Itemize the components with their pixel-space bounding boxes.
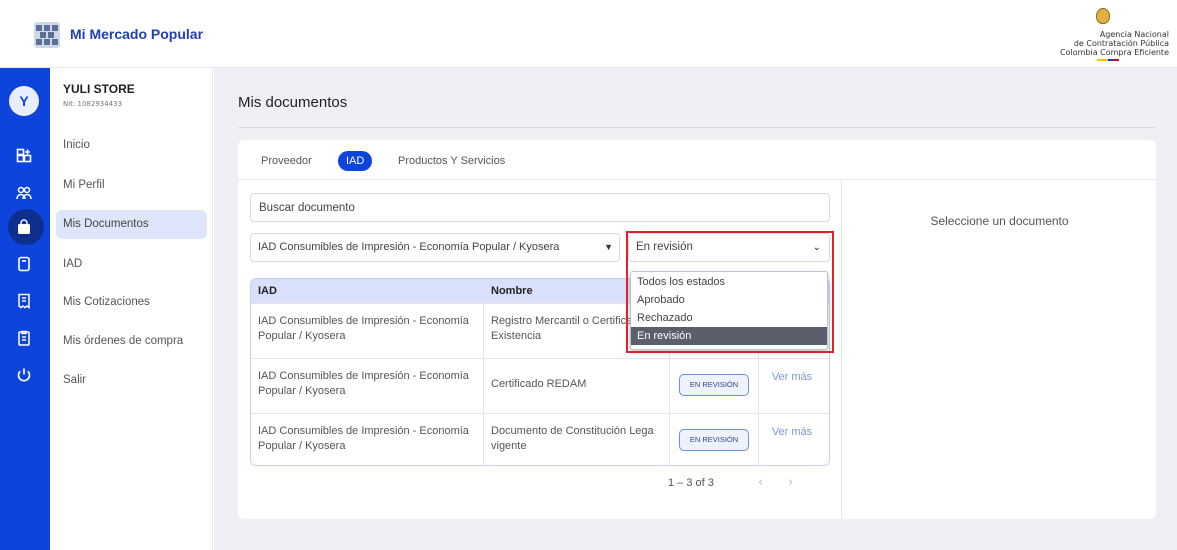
store-nit: Nit: 1082934433 (63, 100, 123, 108)
device-icon[interactable] (13, 253, 35, 275)
ver-mas-link[interactable]: Ver más (767, 370, 817, 384)
store-name: YULI STORE (63, 82, 135, 96)
empty-state-message: Seleccione un documento (930, 214, 1069, 228)
document-detail-pane: Seleccione un documento (843, 180, 1156, 519)
chevron-right-icon[interactable]: › (788, 475, 793, 490)
icon-rail: Y (0, 68, 50, 550)
top-header: Mi Mercado Popular Agencia Nacional de C… (0, 0, 1177, 68)
ver-mas-link[interactable]: Ver más (767, 425, 817, 439)
status-badge: EN REVISIÓN (679, 374, 749, 396)
sidebar-item-mi-perfil[interactable]: Mi Perfil (56, 171, 207, 200)
app-logo-icon[interactable] (34, 22, 60, 48)
page-title: Mis documentos (238, 94, 348, 111)
column-header-iad: IAD (258, 285, 277, 297)
cell-nombre: Certificado REDAM (491, 378, 587, 390)
cell-iad: IAD Consumibles de Impresión - Economía … (258, 315, 469, 342)
documents-list-pane: IAD Consumibles de Impresión - Economía … (238, 180, 842, 519)
main-content: Mis documentos Proveedor IAD Productos Y… (214, 68, 1177, 550)
chevron-down-icon: ▼ (602, 234, 613, 261)
cell-iad: IAD Consumibles de Impresión - Economía … (258, 425, 469, 452)
sidebar-item-iad[interactable]: IAD (56, 250, 207, 279)
search-input[interactable] (250, 193, 830, 222)
tab-iad[interactable]: IAD (338, 151, 373, 171)
clipboard-icon[interactable] (13, 327, 35, 349)
receipt-icon[interactable] (13, 290, 35, 312)
avatar[interactable]: Y (9, 86, 39, 116)
documents-card: Proveedor IAD Productos Y Servicios IAD … (238, 140, 1156, 519)
table-row[interactable]: IAD Consumibles de Impresión - Economía … (251, 413, 829, 465)
chevron-left-icon[interactable]: ‹ (758, 475, 763, 490)
tab-proveedor[interactable]: Proveedor (261, 151, 312, 171)
seal-icon (1096, 8, 1110, 24)
agency-line-3: Colombia Compra Eficiente (1060, 48, 1169, 57)
agency-line-2: de Contratación Pública (1073, 39, 1169, 48)
agency-line-1: Agencia Nacional (1099, 30, 1169, 39)
bag-icon[interactable] (13, 216, 35, 238)
column-header-nombre: Nombre (491, 285, 533, 297)
users-icon[interactable] (13, 182, 35, 204)
dashboard-icon[interactable] (13, 145, 35, 167)
highlight-box (626, 231, 834, 353)
agency-logo: Agencia Nacional de Contratación Pública… (1031, 2, 1171, 64)
power-icon[interactable] (13, 364, 35, 386)
sidebar-item-mis-documentos[interactable]: Mis Documentos (56, 210, 207, 239)
status-badge: EN REVISIÓN (679, 429, 749, 451)
flag-stripe (1097, 59, 1119, 61)
iad-select[interactable]: IAD Consumibles de Impresión - Economía … (250, 233, 620, 262)
title-divider (238, 127, 1156, 128)
iad-select-value: IAD Consumibles de Impresión - Economía … (258, 241, 560, 253)
pagination-range: 1 – 3 of 3 (668, 477, 714, 489)
sidebar-item-mis-cotizaciones[interactable]: Mis Cotizaciones (56, 288, 207, 317)
sidebar: YULI STORE Nit: 1082934433 Inicio Mi Per… (50, 68, 213, 550)
tab-bar: Proveedor IAD Productos Y Servicios (238, 140, 1156, 180)
tab-productos-servicios[interactable]: Productos Y Servicios (398, 151, 505, 171)
sidebar-item-inicio[interactable]: Inicio (56, 131, 207, 160)
cell-nombre: Documento de Constitución Lega vigente (491, 425, 654, 452)
cell-iad: IAD Consumibles de Impresión - Economía … (258, 370, 469, 397)
app-title[interactable]: Mi Mercado Popular (70, 26, 203, 42)
sidebar-item-salir[interactable]: Salir (56, 366, 207, 395)
table-row[interactable]: IAD Consumibles de Impresión - Economía … (251, 358, 829, 412)
sidebar-item-mis-ordenes[interactable]: Mis órdenes de compra (56, 327, 207, 356)
